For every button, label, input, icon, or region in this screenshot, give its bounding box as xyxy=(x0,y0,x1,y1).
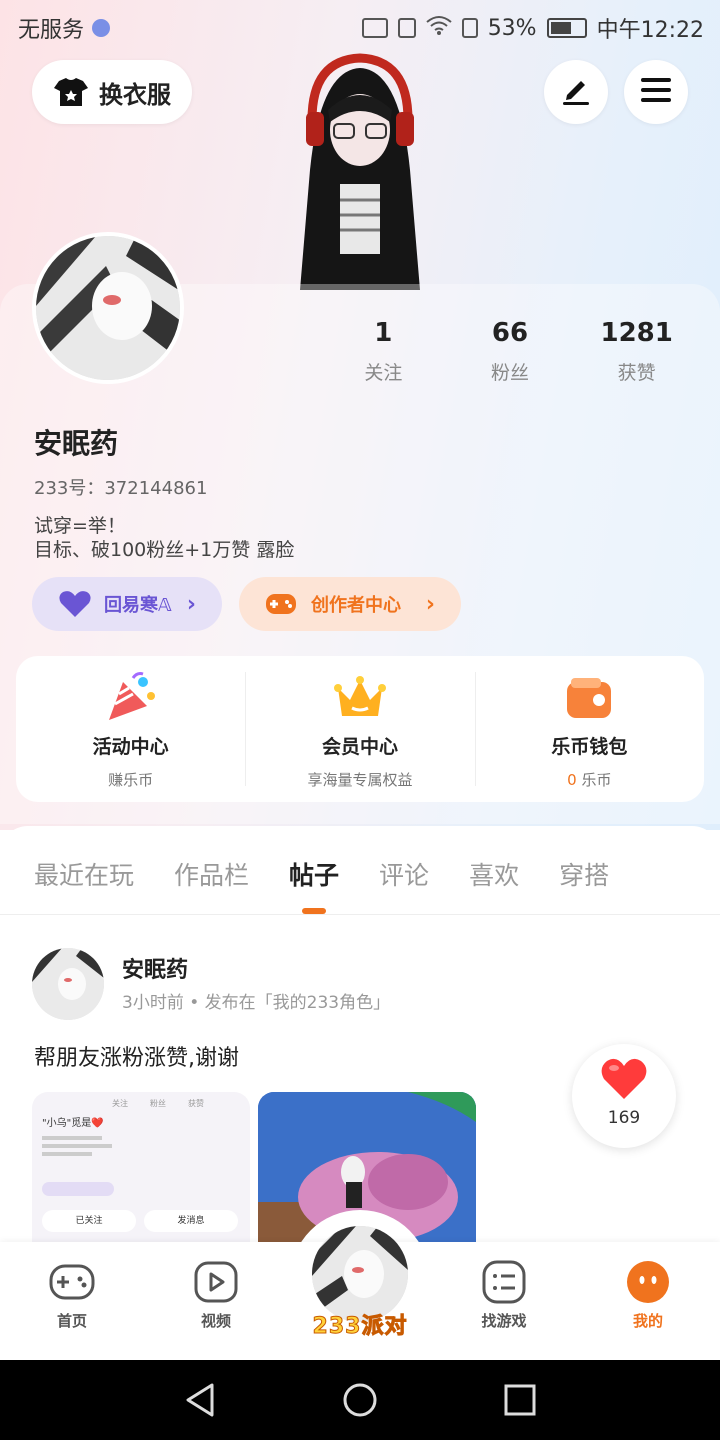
features-card: 活动中心 赚乐币 会员中心 享海量专属权益 乐币钱包 0 乐币 xyxy=(16,656,704,802)
tab-works[interactable]: 作品栏 xyxy=(174,856,249,892)
post-image-1[interactable]: 关注 粉丝 获赞 "小乌"觅是❤️ 已关注 发消息 xyxy=(32,1092,250,1242)
heart-badge-icon xyxy=(58,590,92,618)
carrier-label: 无服务 xyxy=(18,18,85,43)
nav-home[interactable]: 首页 xyxy=(22,1260,122,1331)
coin-wallet[interactable]: 乐币钱包 0 乐币 xyxy=(474,656,704,802)
creator-label: 创作者中心 xyxy=(311,595,401,616)
pen-icon xyxy=(559,73,593,111)
nav-me[interactable]: 我的 xyxy=(598,1260,698,1331)
tab-comments[interactable]: 评论 xyxy=(379,856,429,892)
edit-button[interactable] xyxy=(544,60,608,124)
stat-likes[interactable]: 1281 获赞 xyxy=(573,318,700,385)
status-bar: 无服务 53% 中午12:22 xyxy=(0,0,720,50)
system-navigation-bar xyxy=(0,1360,720,1440)
cast-icon xyxy=(361,18,388,38)
clock: 中午12:22 xyxy=(596,18,704,43)
vibrate-icon xyxy=(397,18,416,38)
tabs-section: 最近在玩 作品栏 帖子 评论 喜欢 穿搭 xyxy=(0,826,720,916)
me-icon xyxy=(624,1260,672,1304)
nav-party-label[interactable]: 233派对 xyxy=(300,1308,420,1340)
vip-label: 回易寒𝔸 xyxy=(104,595,172,616)
battery-percent: 53% xyxy=(487,15,537,41)
profile-avatar[interactable] xyxy=(32,232,184,384)
gamepad-icon xyxy=(48,1260,96,1304)
tab-likes[interactable]: 喜欢 xyxy=(469,856,519,892)
hamburger-icon xyxy=(640,76,672,108)
like-count: 169 xyxy=(607,1108,641,1128)
list-icon xyxy=(480,1260,528,1304)
like-button[interactable]: 169 xyxy=(572,1044,676,1148)
post-author-name[interactable]: 安眠药 xyxy=(122,952,188,984)
vip-badge-button[interactable]: 回易寒𝔸 › xyxy=(32,577,222,631)
alert-icon xyxy=(461,18,478,38)
heart-icon xyxy=(572,1058,676,1104)
stat-fans[interactable]: 66 粉丝 xyxy=(447,318,574,385)
tab-posts[interactable]: 帖子 xyxy=(289,856,339,914)
profile-stats: 1 关注 66 粉丝 1281 获赞 xyxy=(320,318,700,385)
tab-recent[interactable]: 最近在玩 xyxy=(34,856,134,892)
play-icon xyxy=(192,1260,240,1304)
chevron-right-icon: › xyxy=(425,591,435,617)
profile-uid[interactable]: 233号：372144861 xyxy=(34,474,207,500)
gamepad-plus-icon xyxy=(265,590,299,618)
coin-balance: 0 xyxy=(567,771,577,789)
profile-bio: 试穿=举！ 目标、破100粉丝+1万赞 露脸 xyxy=(34,515,295,561)
nav-video[interactable]: 视频 xyxy=(166,1260,266,1331)
home-circle-icon[interactable] xyxy=(342,1382,378,1418)
nav-find-games[interactable]: 找游戏 xyxy=(454,1260,554,1331)
battery-icon xyxy=(546,18,587,38)
divider xyxy=(0,914,720,915)
post-author-avatar[interactable] xyxy=(32,948,104,1020)
profile-name: 安眠药 xyxy=(34,427,119,460)
creator-center-button[interactable]: 创作者中心 › xyxy=(239,577,461,631)
post-text[interactable]: 帮朋友涨粉涨赞,谢谢 xyxy=(34,1040,239,1072)
activity-center[interactable]: 活动中心 赚乐币 xyxy=(16,656,245,802)
chevron-right-icon: › xyxy=(186,591,196,617)
wallet-icon xyxy=(561,670,617,726)
outfit-label: 换衣服 xyxy=(99,80,171,109)
profile-tabs: 最近在玩 作品栏 帖子 评论 喜欢 穿搭 xyxy=(34,856,609,914)
shirt-icon xyxy=(53,77,89,107)
character-avatar-figure[interactable] xyxy=(270,50,450,290)
party-popper-icon xyxy=(103,670,159,726)
music-icon xyxy=(92,19,111,37)
stat-following[interactable]: 1 关注 xyxy=(320,318,447,385)
back-icon[interactable] xyxy=(182,1382,218,1418)
member-center[interactable]: 会员中心 享海量专属权益 xyxy=(245,656,474,802)
crown-icon xyxy=(332,670,388,726)
wifi-icon xyxy=(426,15,452,41)
tab-outfits[interactable]: 穿搭 xyxy=(559,856,609,892)
menu-button[interactable] xyxy=(624,60,688,124)
recents-square-icon[interactable] xyxy=(502,1382,538,1418)
post-meta: 3小时前 • 发布在「我的233角色」 xyxy=(122,993,391,1013)
change-outfit-button[interactable]: 换衣服 xyxy=(32,60,192,124)
